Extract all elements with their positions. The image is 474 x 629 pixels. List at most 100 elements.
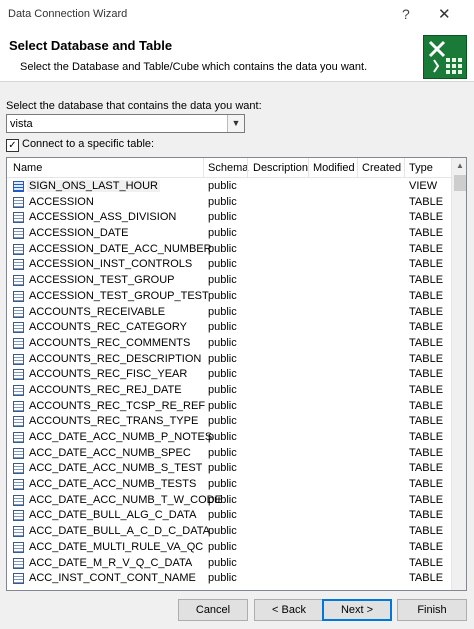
row-schema: public xyxy=(208,572,237,585)
row-type: TABLE xyxy=(409,242,444,255)
cancel-button[interactable]: Cancel xyxy=(178,599,248,621)
table-row[interactable]: ACCESSION_TEST_GROUP public TABLE xyxy=(7,273,451,289)
row-type: TABLE xyxy=(409,525,444,538)
row-type: TABLE xyxy=(409,462,444,475)
connect-specific-table-checkbox[interactable]: ✓ xyxy=(6,139,19,152)
column-header-type[interactable]: Type xyxy=(409,162,433,174)
table-row[interactable]: ACCESSION_DATE public TABLE xyxy=(7,226,451,242)
table-row[interactable]: ACCOUNTS_REC_FISC_YEAR public TABLE xyxy=(7,367,451,383)
table-row[interactable]: ACC_DATE_BULL_ALG_C_DATA public TABLE xyxy=(7,508,451,524)
table-row[interactable]: ACCESSION_DATE_ACC_NUMBER public TABLE xyxy=(7,242,451,258)
table-row[interactable]: ACCOUNTS_REC_REJ_DATE public TABLE xyxy=(7,383,451,399)
next-button[interactable]: Next > xyxy=(322,599,392,621)
row-name: ACC_DATE_BULL_ALG_C_DATA xyxy=(29,509,197,522)
column-header-created[interactable]: Created xyxy=(362,162,401,174)
table-row[interactable]: ACCOUNTS_RECEIVABLE public TABLE xyxy=(7,305,451,321)
table-icon xyxy=(13,353,24,365)
row-name: ACC_DATE_ACC_NUMB_T_W_CODE xyxy=(29,493,222,506)
close-button[interactable]: ✕ xyxy=(438,5,451,23)
row-name: ACCOUNTS_RECEIVABLE xyxy=(29,305,166,318)
row-type: TABLE xyxy=(409,195,444,208)
table-icon xyxy=(13,275,24,287)
row-type: TABLE xyxy=(409,431,444,443)
table-row[interactable]: SIGN_ONS_LAST_HOUR public VIEW xyxy=(7,179,451,195)
row-name: ACCESSION_DATE xyxy=(29,227,129,240)
row-name: ACCOUNTS_REC_TCSP_RE_REF xyxy=(29,399,206,412)
column-header-name[interactable]: Name xyxy=(13,162,42,174)
connect-specific-table-label[interactable]: Connect to a specific table: xyxy=(22,138,154,150)
table-row[interactable]: ACC_INST_CONT_CONT_NAME public TABLE xyxy=(7,571,451,587)
scroll-up-icon[interactable]: ▲ xyxy=(452,158,466,174)
table-row[interactable]: ACCESSION_ASS_DIVISION public TABLE xyxy=(7,210,451,226)
table-row[interactable]: ACCOUNTS_REC_TRANS_TYPE public TABLE xyxy=(7,414,451,430)
column-header-modified[interactable]: Modified xyxy=(313,162,355,174)
table-row[interactable]: ACC_DATE_BULL_A_C_D_C_DATA public TABLE xyxy=(7,524,451,540)
row-type: VIEW xyxy=(409,180,438,192)
data-connection-wizard-icon xyxy=(423,35,467,79)
row-type: TABLE xyxy=(409,321,444,334)
help-button[interactable]: ? xyxy=(402,6,410,22)
column-header-description[interactable]: Description xyxy=(253,162,308,174)
page-subtitle: Select the Database and Table/Cube which… xyxy=(20,61,368,73)
column-header-schema[interactable]: Schema xyxy=(208,162,248,174)
table-icon xyxy=(13,573,24,585)
row-type: TABLE xyxy=(409,289,444,302)
row-schema: public xyxy=(208,509,237,522)
table-icon xyxy=(13,322,24,334)
table-row[interactable]: ACCOUNTS_REC_TCSP_RE_REF public TABLE xyxy=(7,399,451,415)
table-row[interactable]: ACCOUNTS_REC_COMMENTS public TABLE xyxy=(7,336,451,352)
row-schema: public xyxy=(208,336,237,349)
table-icon xyxy=(13,228,24,240)
row-name: ACCESSION_ASS_DIVISION xyxy=(29,211,177,224)
table-row[interactable]: ACC_DATE_M_R_V_Q_C_DATA public TABLE xyxy=(7,556,451,572)
row-name: ACCESSION_TEST_GROUP_TEST xyxy=(29,289,209,302)
row-type: TABLE xyxy=(409,383,444,396)
table-row[interactable]: ACCESSION_INST_CONTROLS public TABLE xyxy=(7,257,451,273)
row-type: TABLE xyxy=(409,446,444,459)
back-button[interactable]: < Back xyxy=(254,599,324,621)
chevron-down-icon[interactable]: ▼ xyxy=(227,115,244,132)
table-icon xyxy=(13,432,24,443)
row-name: ACCOUNTS_REC_DESCRIPTION xyxy=(29,352,202,365)
table-row[interactable]: ACC_DATE_ACC_NUMB_T_W_CODE public TABLE xyxy=(7,493,451,509)
database-combobox[interactable]: vista ▼ xyxy=(6,114,245,133)
table-row[interactable]: ACC_DATE_ACC_NUMB_S_TEST public TABLE xyxy=(7,461,451,477)
finish-button[interactable]: Finish xyxy=(397,599,467,621)
row-schema: public xyxy=(208,415,237,428)
table-icon xyxy=(13,510,24,522)
table-icon xyxy=(13,541,24,553)
row-type: TABLE xyxy=(409,572,444,585)
table-row[interactable]: ACCESSION public TABLE xyxy=(7,195,451,211)
row-type: TABLE xyxy=(409,352,444,365)
row-type: TABLE xyxy=(409,258,444,271)
table-row[interactable]: ACC_DATE_ACC_NUMB_P_NOTES public TABLE xyxy=(7,430,451,446)
row-type: TABLE xyxy=(409,415,444,428)
row-type: TABLE xyxy=(409,274,444,287)
vertical-scrollbar[interactable]: ▲ xyxy=(451,158,466,590)
table-row[interactable]: ACC_DATE_ACC_NUMB_SPEC public TABLE xyxy=(7,446,451,462)
row-type: TABLE xyxy=(409,336,444,349)
row-name: ACCOUNTS_REC_TRANS_TYPE xyxy=(29,415,199,428)
row-schema: public xyxy=(208,305,237,318)
row-schema: public xyxy=(208,540,237,553)
table-icon xyxy=(13,259,24,271)
table-row[interactable]: ACCESSION_TEST_GROUP_TEST public TABLE xyxy=(7,289,451,305)
table-row[interactable]: ACCOUNTS_REC_DESCRIPTION public TABLE xyxy=(7,352,451,368)
row-schema: public xyxy=(208,180,237,192)
table-list[interactable]: Name Schema Description Modified Created… xyxy=(6,157,467,591)
row-schema: public xyxy=(208,352,237,365)
row-type: TABLE xyxy=(409,399,444,412)
view-icon xyxy=(13,181,24,192)
row-schema: public xyxy=(208,383,237,396)
title-bar: Data Connection Wizard ? ✕ xyxy=(0,0,474,30)
row-name: ACCOUNTS_REC_REJ_DATE xyxy=(29,383,182,396)
scrollbar-thumb[interactable] xyxy=(454,175,466,191)
table-row[interactable]: ACCOUNTS_REC_CATEGORY public TABLE xyxy=(7,320,451,336)
table-row[interactable]: ACC_DATE_MULTI_RULE_VA_QC public TABLE xyxy=(7,540,451,556)
table-row[interactable]: ACC_DATE_ACC_NUMB_TESTS public TABLE xyxy=(7,477,451,493)
table-icon xyxy=(13,557,24,569)
row-schema: public xyxy=(208,431,237,443)
table-list-header: Name Schema Description Modified Created… xyxy=(7,158,451,178)
table-icon xyxy=(13,400,24,412)
row-type: TABLE xyxy=(409,493,444,506)
